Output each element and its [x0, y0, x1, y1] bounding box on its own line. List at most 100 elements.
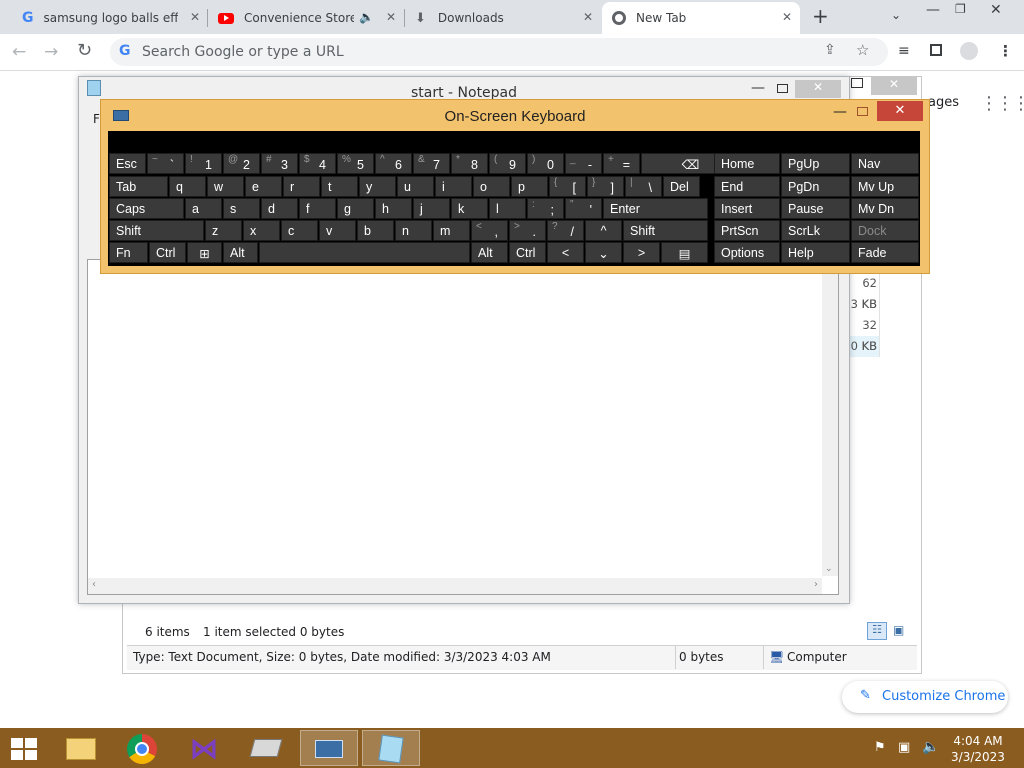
minimize-icon[interactable]: — [833, 104, 847, 120]
osk-close-button[interactable]: ✕ [877, 101, 923, 121]
osk-key[interactable]: x [243, 220, 280, 241]
osk-key[interactable]: % 5 [337, 153, 374, 174]
scroll-right-icon[interactable]: › [814, 579, 818, 590]
osk-nav-key[interactable]: PrtScn [714, 220, 780, 241]
explorer-maximize-icon[interactable] [851, 78, 863, 88]
scroll-left-icon[interactable]: ‹ [92, 579, 96, 590]
osk-key[interactable]: ) 0 [527, 153, 564, 174]
side-panel-icon[interactable] [930, 44, 942, 56]
osk-key[interactable]: Ctrl [149, 242, 186, 263]
osk-key[interactable]: @2 [223, 153, 260, 174]
taskbar-notepad[interactable] [362, 730, 420, 766]
osk-key[interactable]: ⌄ [585, 242, 622, 263]
media-control-icon[interactable]: ≡ [898, 43, 910, 59]
new-tab-button[interactable]: + [812, 4, 829, 28]
taskbar-visual-studio[interactable]: ⋈ [178, 730, 230, 766]
osk-nav-key[interactable]: End [714, 176, 780, 197]
images-link[interactable]: ages [928, 95, 959, 110]
osk-key[interactable]: | \ [625, 176, 662, 197]
osk-key[interactable]: <, [471, 220, 508, 241]
osk-key[interactable]: $4 [299, 153, 336, 174]
start-button[interactable] [0, 730, 48, 766]
share-icon[interactable]: ⇪ [824, 42, 836, 58]
osk-key[interactable]: & 7 [413, 153, 450, 174]
menu-file[interactable]: F [93, 112, 100, 126]
osk-key[interactable]: i [435, 176, 472, 197]
osk-key[interactable]: }] [587, 176, 624, 197]
osk-key[interactable]: ^ [585, 220, 622, 241]
profile-avatar[interactable] [960, 42, 978, 60]
osk-key[interactable]: >. [509, 220, 546, 241]
osk-key[interactable]: (9 [489, 153, 526, 174]
tab-samsung[interactable]: G samsung logo balls effect ✕ [12, 2, 208, 34]
scroll-down-icon[interactable]: ⌄ [825, 564, 833, 574]
osk-key[interactable]: Caps [109, 198, 184, 219]
osk-key[interactable]: l [489, 198, 526, 219]
notepad-close-button[interactable]: ✕ [795, 80, 841, 98]
osk-key[interactable]: j [413, 198, 450, 219]
osk-nav-key[interactable]: PgDn [781, 176, 850, 197]
osk-nav-key[interactable]: Fade [851, 242, 919, 263]
close-window-icon[interactable]: ✕ [990, 2, 1002, 18]
osk-key[interactable]: Alt [223, 242, 258, 263]
clock[interactable]: 4:04 AM 3/3/2023 [948, 733, 1008, 765]
osk-nav-key[interactable]: Mv Dn [851, 198, 919, 219]
osk-key[interactable] [259, 242, 470, 263]
osk-key[interactable]: Shift [623, 220, 708, 241]
osk-nav-key[interactable]: Home [714, 153, 780, 174]
osk-key[interactable]: ^ 6 [375, 153, 412, 174]
tab-new-tab[interactable]: New Tab ✕ [602, 2, 800, 34]
osk-key[interactable]: + = [603, 153, 640, 174]
osk-key[interactable]: Ctrl [509, 242, 546, 263]
osk-key[interactable]: Shift [109, 220, 204, 241]
osk-key[interactable]: Alt [471, 242, 508, 263]
osk-key[interactable]: ⊞ [187, 242, 222, 263]
osk-key[interactable]: ! 1 [185, 153, 222, 174]
volume-icon[interactable]: 🔈 [922, 739, 939, 755]
taskbar-scanner[interactable] [240, 730, 292, 766]
restore-icon[interactable]: ❐ [955, 2, 966, 16]
osk-key[interactable]: o [473, 176, 510, 197]
osk-key[interactable]: Fn [109, 242, 148, 263]
osk-key[interactable]: Del [663, 176, 700, 197]
taskbar-chrome[interactable] [116, 730, 168, 766]
osk-nav-key[interactable]: ScrLk [781, 220, 850, 241]
osk-key[interactable]: _ - [565, 153, 602, 174]
osk-key[interactable]: h [375, 198, 412, 219]
notepad-text-area[interactable]: ⌄ ‹ › [87, 259, 839, 595]
osk-key[interactable]: k [451, 198, 488, 219]
osk-key[interactable]: b [357, 220, 394, 241]
explorer-close-button[interactable]: ✕ [871, 77, 917, 95]
osk-key[interactable]: > [623, 242, 660, 263]
taskbar-file-explorer[interactable] [56, 730, 108, 766]
osk-key[interactable]: Enter [603, 198, 708, 219]
large-icons-view-icon[interactable]: ▣ [893, 623, 904, 637]
osk-key[interactable]: ▤ [661, 242, 708, 263]
reload-icon[interactable]: ↻ [77, 40, 92, 61]
osk-key[interactable]: ? / [547, 220, 584, 241]
close-tab-icon[interactable]: ✕ [190, 10, 200, 24]
osk-key[interactable]: w [207, 176, 244, 197]
back-icon[interactable]: ← [12, 42, 26, 62]
osk-key[interactable]: {[ [549, 176, 586, 197]
osk-key[interactable]: r [283, 176, 320, 197]
osk-key[interactable]: u [397, 176, 434, 197]
osk-nav-key[interactable]: Nav [851, 153, 919, 174]
audio-playing-icon[interactable]: 🔈 [359, 10, 374, 24]
osk-key[interactable]: y [359, 176, 396, 197]
osk-key[interactable]: Tab [109, 176, 168, 197]
osk-key[interactable]: ~ ` [147, 153, 184, 174]
network-icon[interactable]: ▣ [898, 740, 910, 755]
osk-key[interactable]: g [337, 198, 374, 219]
osk-key[interactable]: d [261, 198, 298, 219]
osk-key[interactable]: Esc [109, 153, 146, 174]
osk-key[interactable]: < [547, 242, 584, 263]
details-view-icon[interactable]: ☷ [867, 622, 887, 640]
minimize-icon[interactable]: — [751, 80, 765, 96]
osk-key[interactable]: " ' [565, 198, 602, 219]
close-tab-icon[interactable]: ✕ [782, 10, 792, 24]
osk-key[interactable]: a [185, 198, 222, 219]
tab-convenience-store[interactable]: Convenience Store M 🔈 ✕ [208, 2, 404, 34]
osk-key[interactable]: e [245, 176, 282, 197]
osk-nav-key[interactable]: Pause [781, 198, 850, 219]
